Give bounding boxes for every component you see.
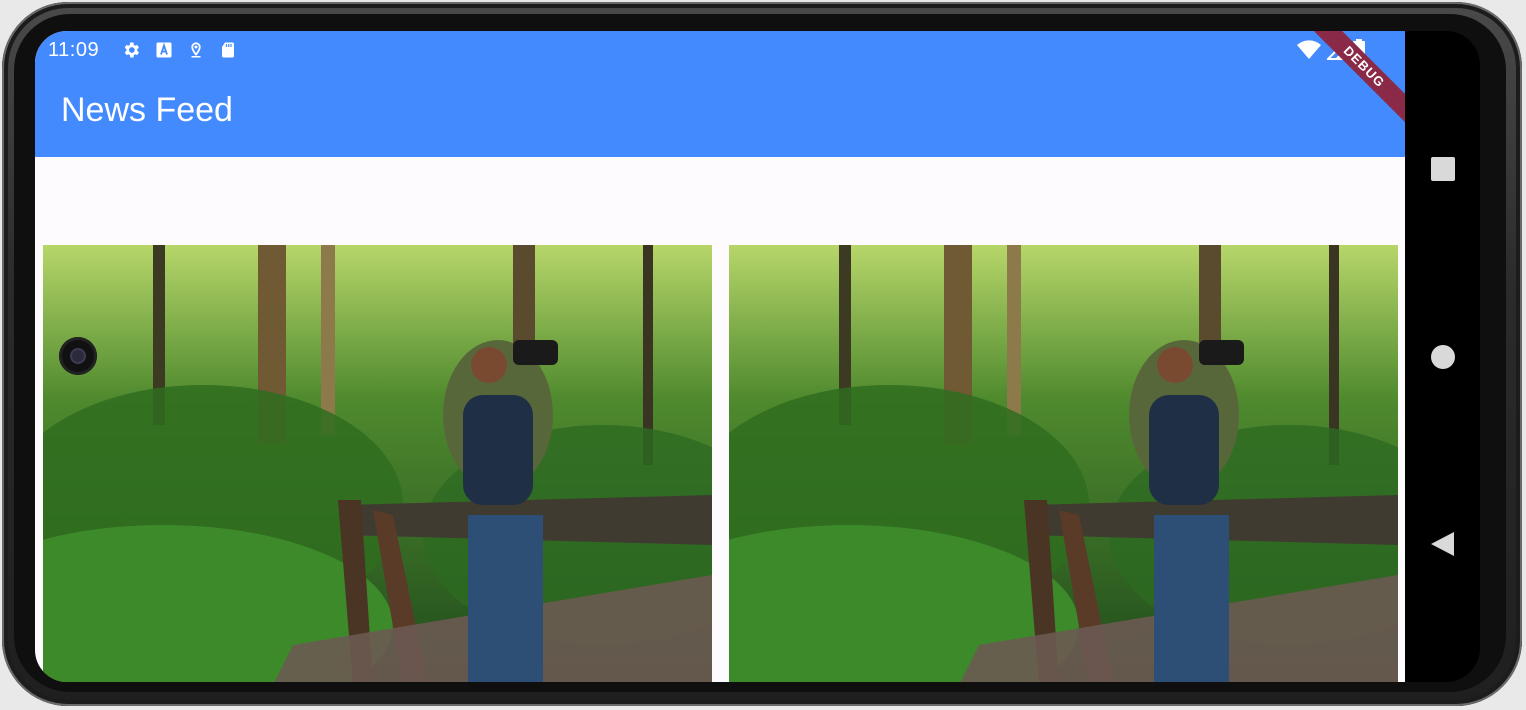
back-triangle-icon[interactable] <box>1430 531 1456 557</box>
location-icon <box>191 42 201 58</box>
wifi-icon <box>1297 40 1321 59</box>
home-circle-icon[interactable] <box>1430 344 1456 370</box>
status-time: 11:09 <box>48 39 100 61</box>
news-feed[interactable] <box>35 157 1405 682</box>
recents-square-icon[interactable] <box>1430 156 1456 182</box>
feed-item-image[interactable] <box>43 245 712 682</box>
status-icons-left <box>121 40 237 60</box>
front-camera <box>59 337 97 375</box>
settings-icon <box>124 42 139 58</box>
app-bar: News Feed <box>35 71 1405 157</box>
a-icon <box>156 42 172 58</box>
forest-photographer-image <box>729 245 1398 682</box>
app-screen: 11:09 News Feed DEBUG <box>35 31 1405 682</box>
status-bar: 11:09 <box>35 31 1405 71</box>
page-title: News Feed <box>61 91 233 129</box>
forest-photographer-image <box>43 245 712 682</box>
navigation-bar <box>1405 31 1480 682</box>
sd-card-icon <box>222 42 234 58</box>
feed-item-image[interactable] <box>729 245 1398 682</box>
